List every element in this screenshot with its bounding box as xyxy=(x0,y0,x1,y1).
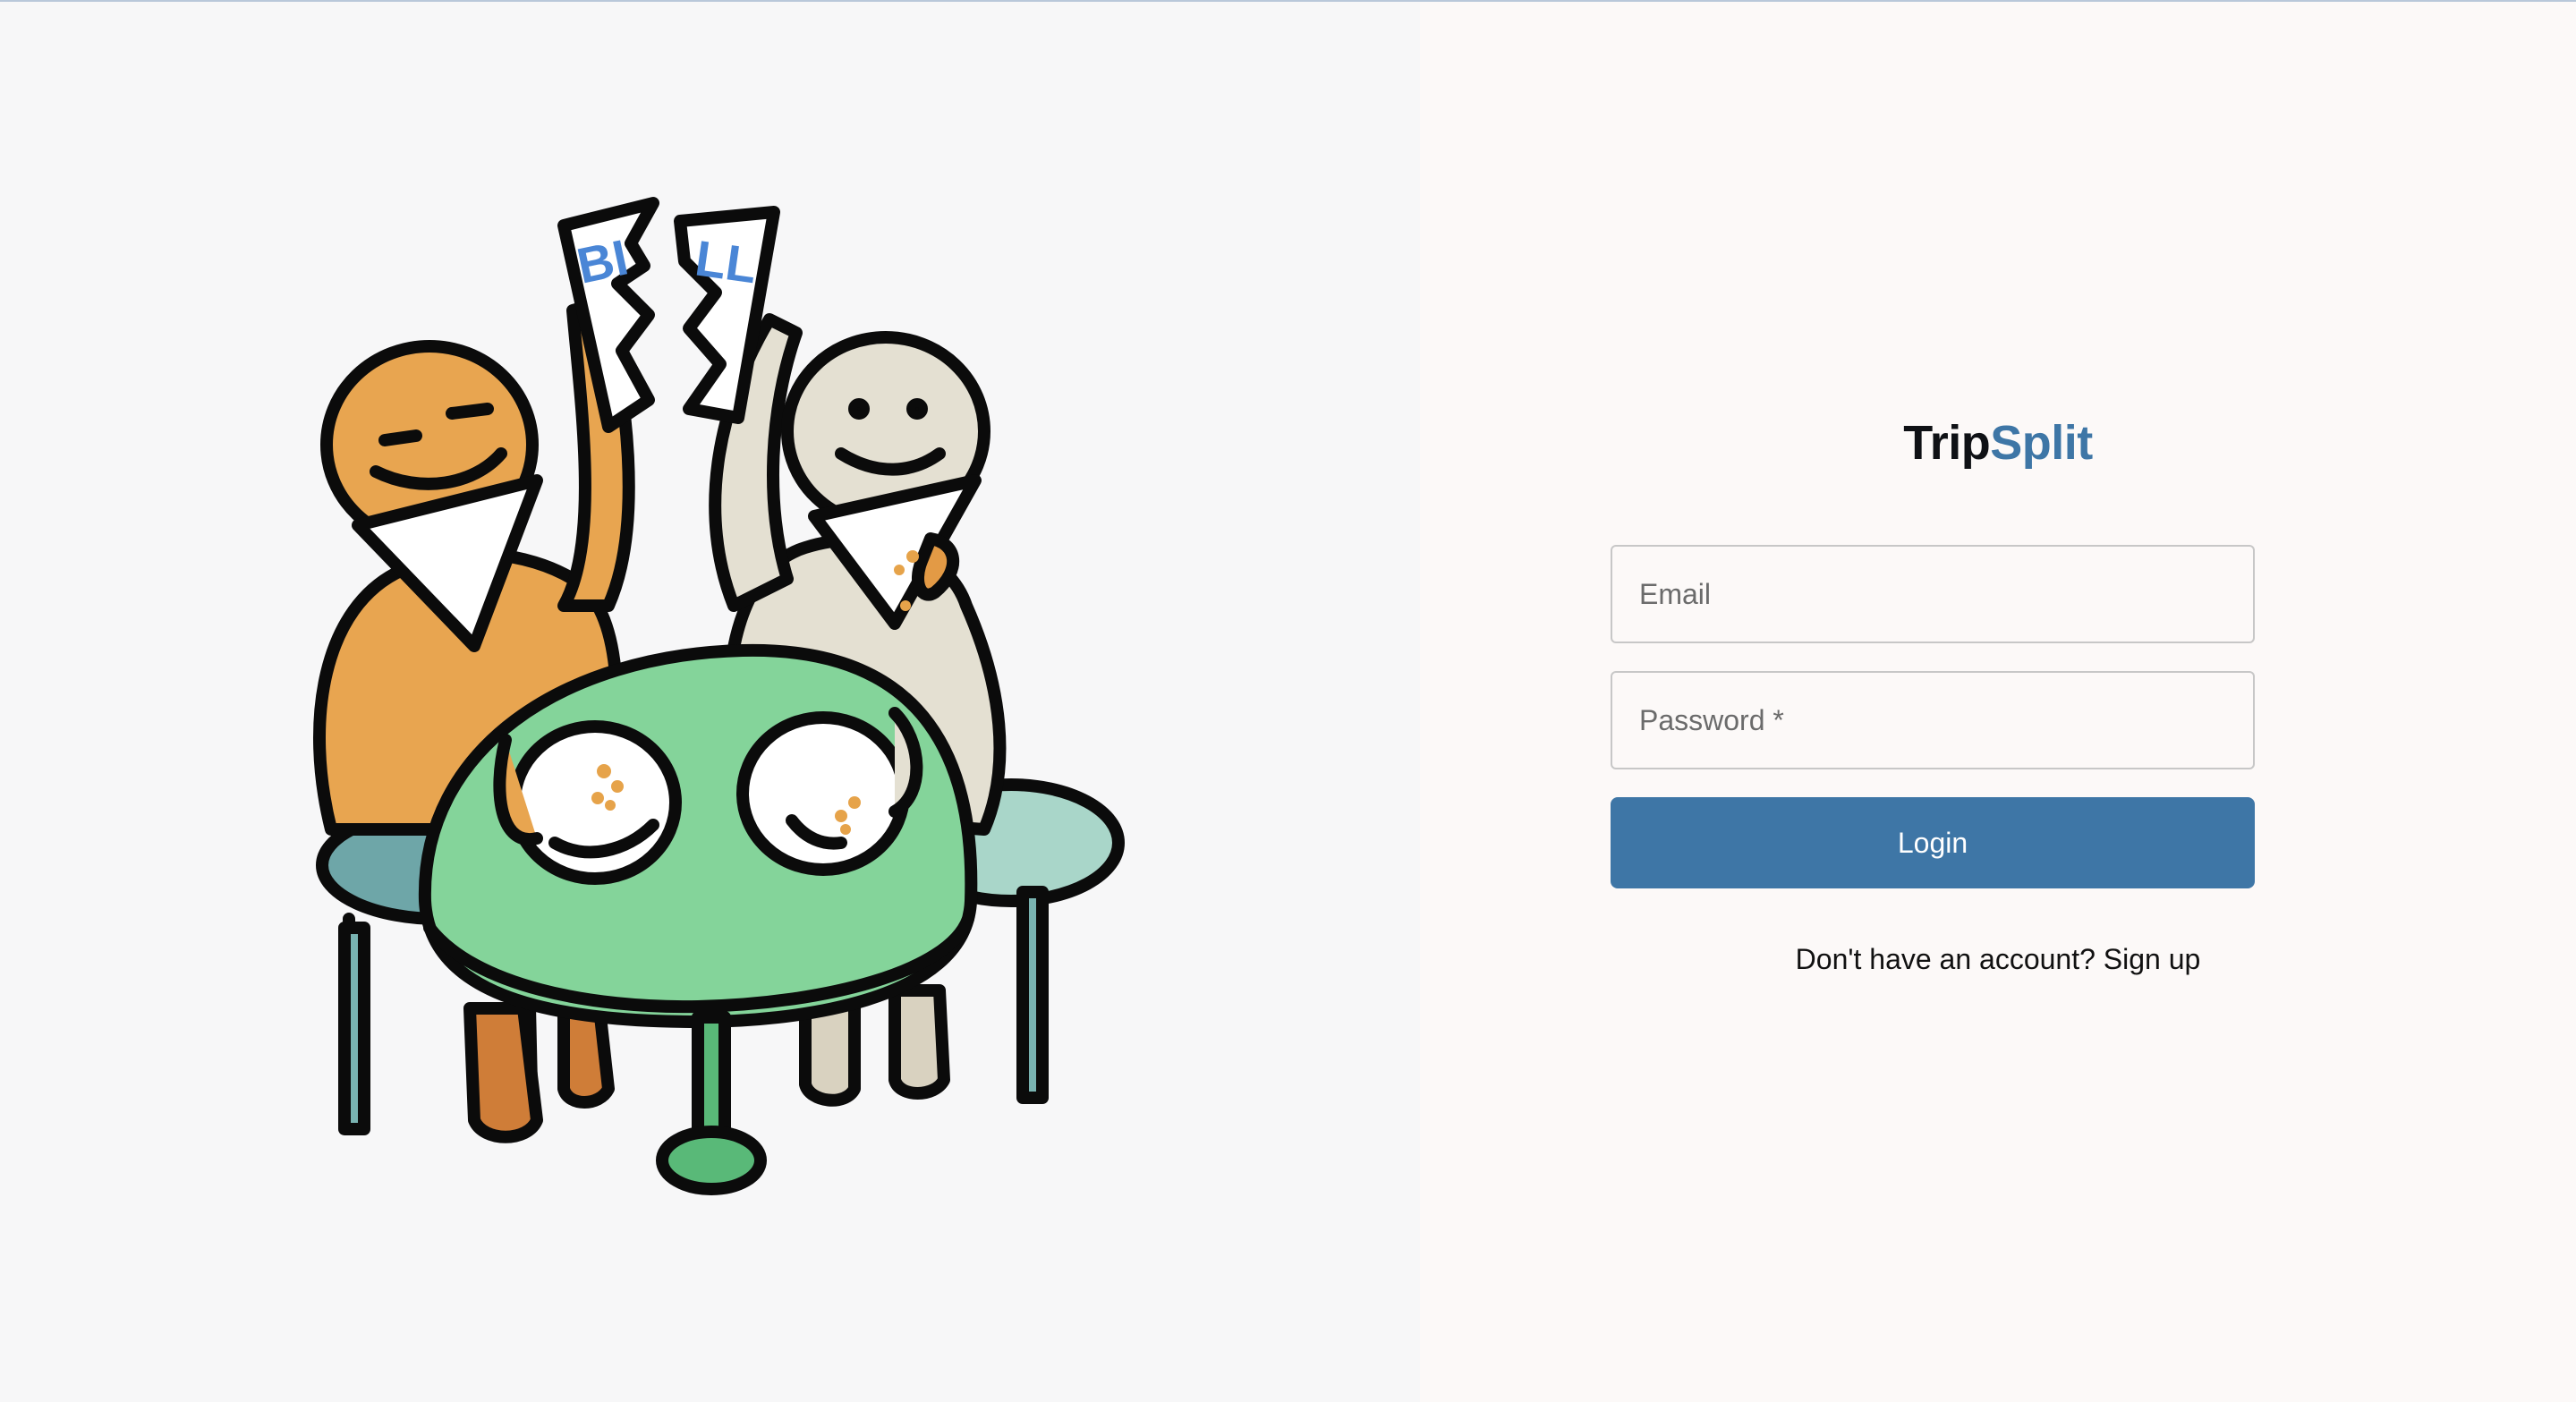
bill-right-label: LL xyxy=(692,229,761,293)
password-field-wrapper xyxy=(1611,671,2255,769)
signup-link[interactable]: Sign up xyxy=(2104,943,2201,975)
brand-part-trip: Trip xyxy=(1903,416,1991,470)
login-page: BI LL TripSplit Login Don't have an acco… xyxy=(0,0,2576,1402)
email-field[interactable] xyxy=(1637,576,2253,612)
password-field[interactable] xyxy=(1637,702,2253,738)
friends-splitting-bill-illustration: BI LL xyxy=(313,197,1125,1195)
app-logo: TripSplit xyxy=(1420,415,2576,471)
illustration-panel: BI LL xyxy=(0,2,1420,1402)
email-field-wrapper xyxy=(1611,545,2255,643)
login-form: Login xyxy=(1611,545,2255,888)
signup-prompt: Don't have an account? Sign up xyxy=(1420,943,2576,976)
brand-part-split: Split xyxy=(1990,416,2093,470)
login-panel: TripSplit Login Don't have an account? S… xyxy=(1420,2,2576,1402)
signup-prompt-text: Don't have an account? xyxy=(1795,943,2096,975)
login-button[interactable]: Login xyxy=(1611,797,2255,888)
